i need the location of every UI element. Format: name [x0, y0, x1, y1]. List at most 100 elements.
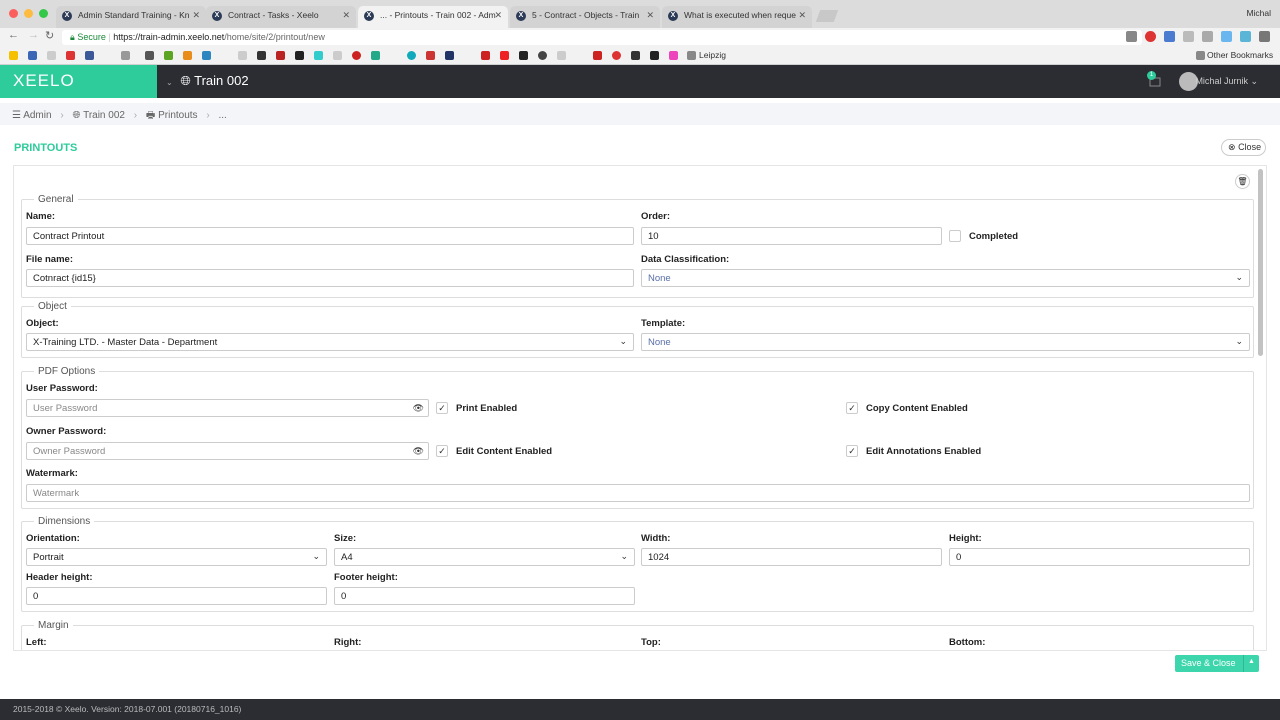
extension-icon[interactable]: [1240, 31, 1251, 42]
order-input[interactable]: 10: [641, 227, 942, 245]
name-input[interactable]: Contract Printout: [26, 227, 634, 245]
bookmark-icon[interactable]: [669, 51, 678, 60]
header-height-input[interactable]: 0: [26, 587, 327, 605]
browser-tab[interactable]: X 5 - Contract - Objects - Train ✕: [510, 6, 660, 28]
data-classification-select[interactable]: None ⌄: [641, 269, 1250, 287]
filename-input[interactable]: Cotnract {id15}: [26, 269, 634, 287]
menu-icon[interactable]: [1259, 31, 1270, 42]
chevron-down-icon: ⌄: [619, 336, 627, 346]
bookmark-star-icon[interactable]: [9, 51, 18, 60]
bookmark-icon[interactable]: [183, 51, 192, 60]
caret-up-icon[interactable]: ▲: [1243, 655, 1259, 672]
chevron-right-icon: ›: [133, 110, 138, 121]
bookmark-icon[interactable]: [47, 51, 56, 60]
bookmark-icon[interactable]: [557, 51, 566, 60]
bookmark-icon[interactable]: [445, 51, 454, 60]
bookmark-icon[interactable]: [164, 51, 173, 60]
adblock-icon[interactable]: [1145, 31, 1156, 42]
bookmark-icon[interactable]: [593, 51, 602, 60]
bookmark-icon[interactable]: [371, 51, 380, 60]
size-select[interactable]: A4 ⌄: [334, 548, 635, 566]
site-switcher[interactable]: ⌄ 🌐︎ Train 002: [166, 73, 249, 89]
extension-icon[interactable]: [1202, 31, 1213, 42]
footer-height-input[interactable]: 0: [334, 587, 635, 605]
object-select[interactable]: X-Training LTD. - Master Data - Departme…: [26, 333, 634, 351]
bookmark-icon[interactable]: [295, 51, 304, 60]
new-tab-button[interactable]: [815, 10, 839, 22]
browser-tab[interactable]: X Admin Standard Training - Kn ✕: [56, 6, 206, 28]
height-input[interactable]: 0: [949, 548, 1250, 566]
close-tab-icon[interactable]: ✕: [192, 10, 200, 21]
xeelo-logo[interactable]: XEELO: [0, 65, 157, 98]
extension-icon[interactable]: [1221, 31, 1232, 42]
copy-content-checkbox[interactable]: ✓: [846, 402, 858, 414]
breadcrumb-printouts[interactable]: Printouts: [158, 110, 197, 121]
eye-icon[interactable]: 👁︎: [413, 446, 424, 457]
owner-password-input[interactable]: Owner Password 👁︎: [26, 442, 429, 460]
forward-arrow-icon[interactable]: →: [28, 29, 39, 41]
close-tab-icon[interactable]: ✕: [646, 10, 654, 21]
bookmark-icon[interactable]: [333, 51, 342, 60]
user-menu[interactable]: Michal Jurnik ⌄: [1195, 76, 1258, 87]
edit-annotations-checkbox[interactable]: ✓: [846, 445, 858, 457]
bookmark-icon[interactable]: [85, 51, 94, 60]
bookmark-icon[interactable]: [145, 51, 154, 60]
close-window-icon[interactable]: [9, 9, 18, 18]
back-arrow-icon[interactable]: ←: [8, 29, 19, 41]
bookmark-icon[interactable]: [121, 51, 130, 60]
completed-checkbox[interactable]: [949, 230, 961, 242]
close-tab-icon[interactable]: ✕: [494, 10, 502, 21]
bookmark-icon[interactable]: [481, 51, 490, 60]
save-close-button[interactable]: Save & Close ▲: [1175, 655, 1259, 672]
browser-profile[interactable]: Michal: [1246, 8, 1271, 18]
star-icon[interactable]: [1183, 31, 1194, 42]
close-tab-icon[interactable]: ✕: [342, 10, 350, 21]
minimize-window-icon[interactable]: [24, 9, 33, 18]
eye-icon[interactable]: 👁︎: [413, 403, 424, 414]
edit-content-checkbox[interactable]: ✓: [436, 445, 448, 457]
breadcrumb-site[interactable]: Train 002: [83, 110, 125, 121]
browser-tab[interactable]: X What is executed when reque ✕: [662, 6, 812, 28]
maximize-window-icon[interactable]: [39, 9, 48, 18]
bookmark-icon[interactable]: [66, 51, 75, 60]
browser-tab-active[interactable]: X ... - Printouts - Train 002 - Adm ✕: [358, 6, 508, 28]
form-scrollbar[interactable]: [1258, 169, 1263, 356]
key-icon[interactable]: [1126, 31, 1137, 42]
user-password-input[interactable]: User Password 👁︎: [26, 399, 429, 417]
page-title: PRINTOUTS: [14, 142, 78, 154]
watermark-input[interactable]: Watermark: [26, 484, 1250, 502]
bookmark-icon[interactable]: [519, 51, 528, 60]
bookmark-icon[interactable]: [257, 51, 266, 60]
browser-tab-strip: X Admin Standard Training - Kn ✕ X Contract…: [0, 0, 1280, 28]
bookmark-icon[interactable]: [314, 51, 323, 60]
bookmarks-bar: Leipzig Other Bookmarks: [0, 46, 1280, 65]
breadcrumb-admin[interactable]: Admin: [23, 110, 51, 121]
bookmark-folder-leipzig[interactable]: Leipzig: [699, 50, 726, 60]
bookmark-icon[interactable]: [631, 51, 640, 60]
width-input[interactable]: 1024: [641, 548, 942, 566]
url-input[interactable]: 🔒︎ Secure | https://train-admin.xeelo.ne…: [62, 30, 1142, 45]
print-enabled-checkbox[interactable]: ✓: [436, 402, 448, 414]
browser-tab[interactable]: X Contract - Tasks - Xeelo ✕: [206, 6, 356, 28]
template-select[interactable]: None ⌄: [641, 333, 1250, 351]
reload-icon[interactable]: ↻: [45, 29, 54, 42]
close-button[interactable]: ⊗ Close: [1221, 139, 1266, 156]
bookmark-icon[interactable]: [352, 51, 361, 60]
bookmark-icon[interactable]: [650, 51, 659, 60]
bookmark-icon[interactable]: [202, 51, 211, 60]
bookmark-icon[interactable]: [426, 51, 435, 60]
orientation-select[interactable]: Portrait ⌄: [26, 548, 327, 566]
bookmark-icon[interactable]: [538, 51, 547, 60]
trash-icon[interactable]: 🗑︎: [1235, 174, 1250, 189]
bookmark-icon[interactable]: [28, 51, 37, 60]
bookmark-icon[interactable]: [276, 51, 285, 60]
bookmark-icon[interactable]: [612, 51, 621, 60]
bookmark-icon[interactable]: [407, 51, 416, 60]
tab-title: ... - Printouts - Train 002 - Adm: [380, 10, 496, 20]
bookmark-icon[interactable]: [500, 51, 509, 60]
chevron-down-icon: ⌄: [1235, 272, 1243, 282]
bookmark-icon[interactable]: [238, 51, 247, 60]
other-bookmarks[interactable]: Other Bookmarks: [1207, 50, 1273, 60]
extension-icon[interactable]: [1164, 31, 1175, 42]
close-tab-icon[interactable]: ✕: [798, 10, 806, 21]
